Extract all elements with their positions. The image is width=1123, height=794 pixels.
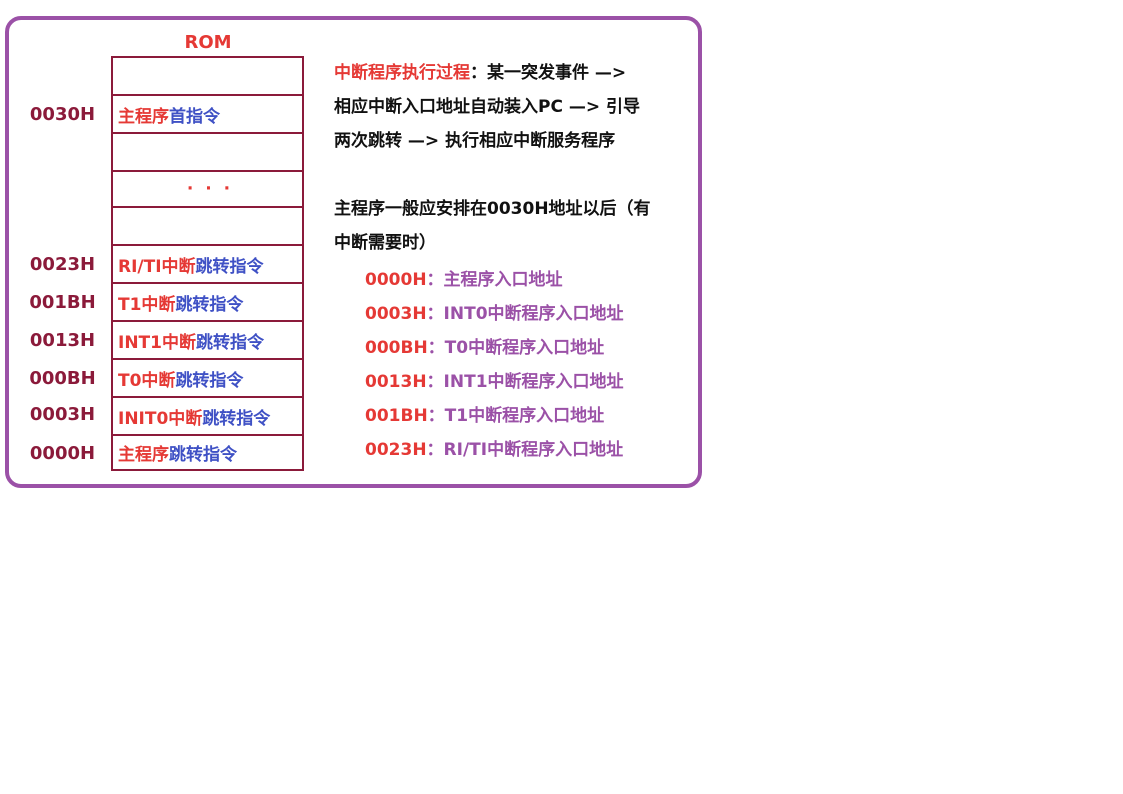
rom-cell-main-jump: 主程序 跳转指令 [113, 436, 302, 469]
rom-cell-label-blue: 跳转指令 [195, 256, 264, 277]
process-line-2: 相应中断入口地址自动装入PC —> 引导 [334, 97, 641, 117]
rom-cell-t0-jump: T0中断 跳转指令 [113, 360, 302, 398]
rom-cell-ellipsis: · · · [113, 172, 302, 208]
vector-row-0003h: 0003H：INT0中断程序入口地址 [365, 299, 624, 324]
rom-cell-label-blue: 跳转指令 [202, 408, 271, 429]
rom-cell-label-red: 主程序 [118, 106, 169, 127]
address-label-0013h: 0013H [29, 330, 96, 351]
vector-description: 主程序入口地址 [443, 270, 563, 290]
address-label-0030h: 0030H [29, 104, 96, 125]
note-line-1: 主程序一般应安排在0030H地址以后（有 [334, 199, 651, 219]
vector-address: 0023H [365, 440, 427, 460]
vector-address: 0013H [365, 372, 427, 392]
vector-separator: ： [426, 270, 444, 290]
vector-description: INT1中断程序入口地址 [443, 372, 624, 392]
vector-row-0023h: 0023H：RI/TI中断程序入口地址 [365, 435, 623, 460]
vector-description: T0中断程序入口地址 [444, 338, 605, 358]
rom-cell-label-blue: 跳转指令 [195, 332, 264, 353]
address-label-0000h: 0000H [29, 443, 96, 464]
vector-separator: ： [426, 372, 444, 392]
rom-cell-label-blue: 跳转指令 [175, 370, 244, 391]
rom-cell-init0-jump: INIT0中断 跳转指令 [113, 398, 302, 436]
rom-cell-empty-top [113, 58, 302, 96]
vector-address: 0003H [365, 304, 427, 324]
process-line-1: 中断程序执行过程：某一突发事件 —> [334, 58, 626, 83]
rom-cell-int1-jump: INT1中断 跳转指令 [113, 322, 302, 360]
rom-cell-label-red: T1中断 [118, 294, 176, 315]
vector-description: INT0中断程序入口地址 [443, 304, 624, 324]
process-line-1-rest: ：某一突发事件 —> [470, 63, 627, 83]
rom-cell-label-red: INT1中断 [118, 332, 196, 353]
note-line-2: 中断需要时） [334, 233, 436, 253]
rom-memory-table: 主程序 首指令 · · · RI/TI中断 跳转指令 T1中断 跳转指令 INT1中断… [111, 56, 304, 471]
rom-cell-label-blue: 跳转指令 [175, 294, 244, 315]
vector-row-001bh: 001BH：T1中断程序入口地址 [365, 401, 604, 426]
address-label-0023h: 0023H [29, 254, 96, 275]
vector-row-000bh: 000BH：T0中断程序入口地址 [365, 333, 604, 358]
rom-title: ROM [184, 32, 232, 53]
vector-separator: ： [426, 304, 444, 324]
rom-cell-label-blue: 首指令 [169, 106, 220, 127]
rom-cell-label-blue: 跳转指令 [169, 445, 237, 465]
rom-cell-t1-jump: T1中断 跳转指令 [113, 284, 302, 322]
ellipsis: · · · [186, 179, 234, 199]
rom-cell-main-first-instruction: 主程序 首指令 [113, 96, 302, 134]
vector-address: 001BH [365, 406, 428, 426]
vector-separator: ： [427, 406, 445, 426]
rom-cell-label-red: RI/TI中断 [118, 256, 196, 277]
process-line-3: 两次跳转 —> 执行相应中断服务程序 [334, 131, 616, 151]
vector-description: RI/TI中断程序入口地址 [443, 440, 624, 460]
vector-separator: ： [426, 440, 444, 460]
vector-separator: ： [427, 338, 445, 358]
address-label-0003h: 0003H [29, 404, 96, 425]
rom-cell-label-red: INIT0中断 [118, 408, 203, 429]
address-label-000bh: 000BH [29, 368, 96, 389]
rom-cell-label-red: 主程序 [118, 445, 169, 465]
vector-row-0013h: 0013H：INT1中断程序入口地址 [365, 367, 624, 392]
vector-address: 0000H [365, 270, 427, 290]
rom-cell-empty [113, 208, 302, 246]
process-title: 中断程序执行过程 [334, 63, 470, 83]
address-label-001bh: 001BH [29, 292, 96, 313]
vector-row-0000h: 0000H：主程序入口地址 [365, 265, 563, 290]
rom-cell-label-red: T0中断 [118, 370, 176, 391]
vector-address: 000BH [365, 338, 428, 358]
vector-description: T1中断程序入口地址 [444, 406, 605, 426]
rom-cell-riti-jump: RI/TI中断 跳转指令 [113, 246, 302, 284]
rom-cell-empty [113, 134, 302, 172]
